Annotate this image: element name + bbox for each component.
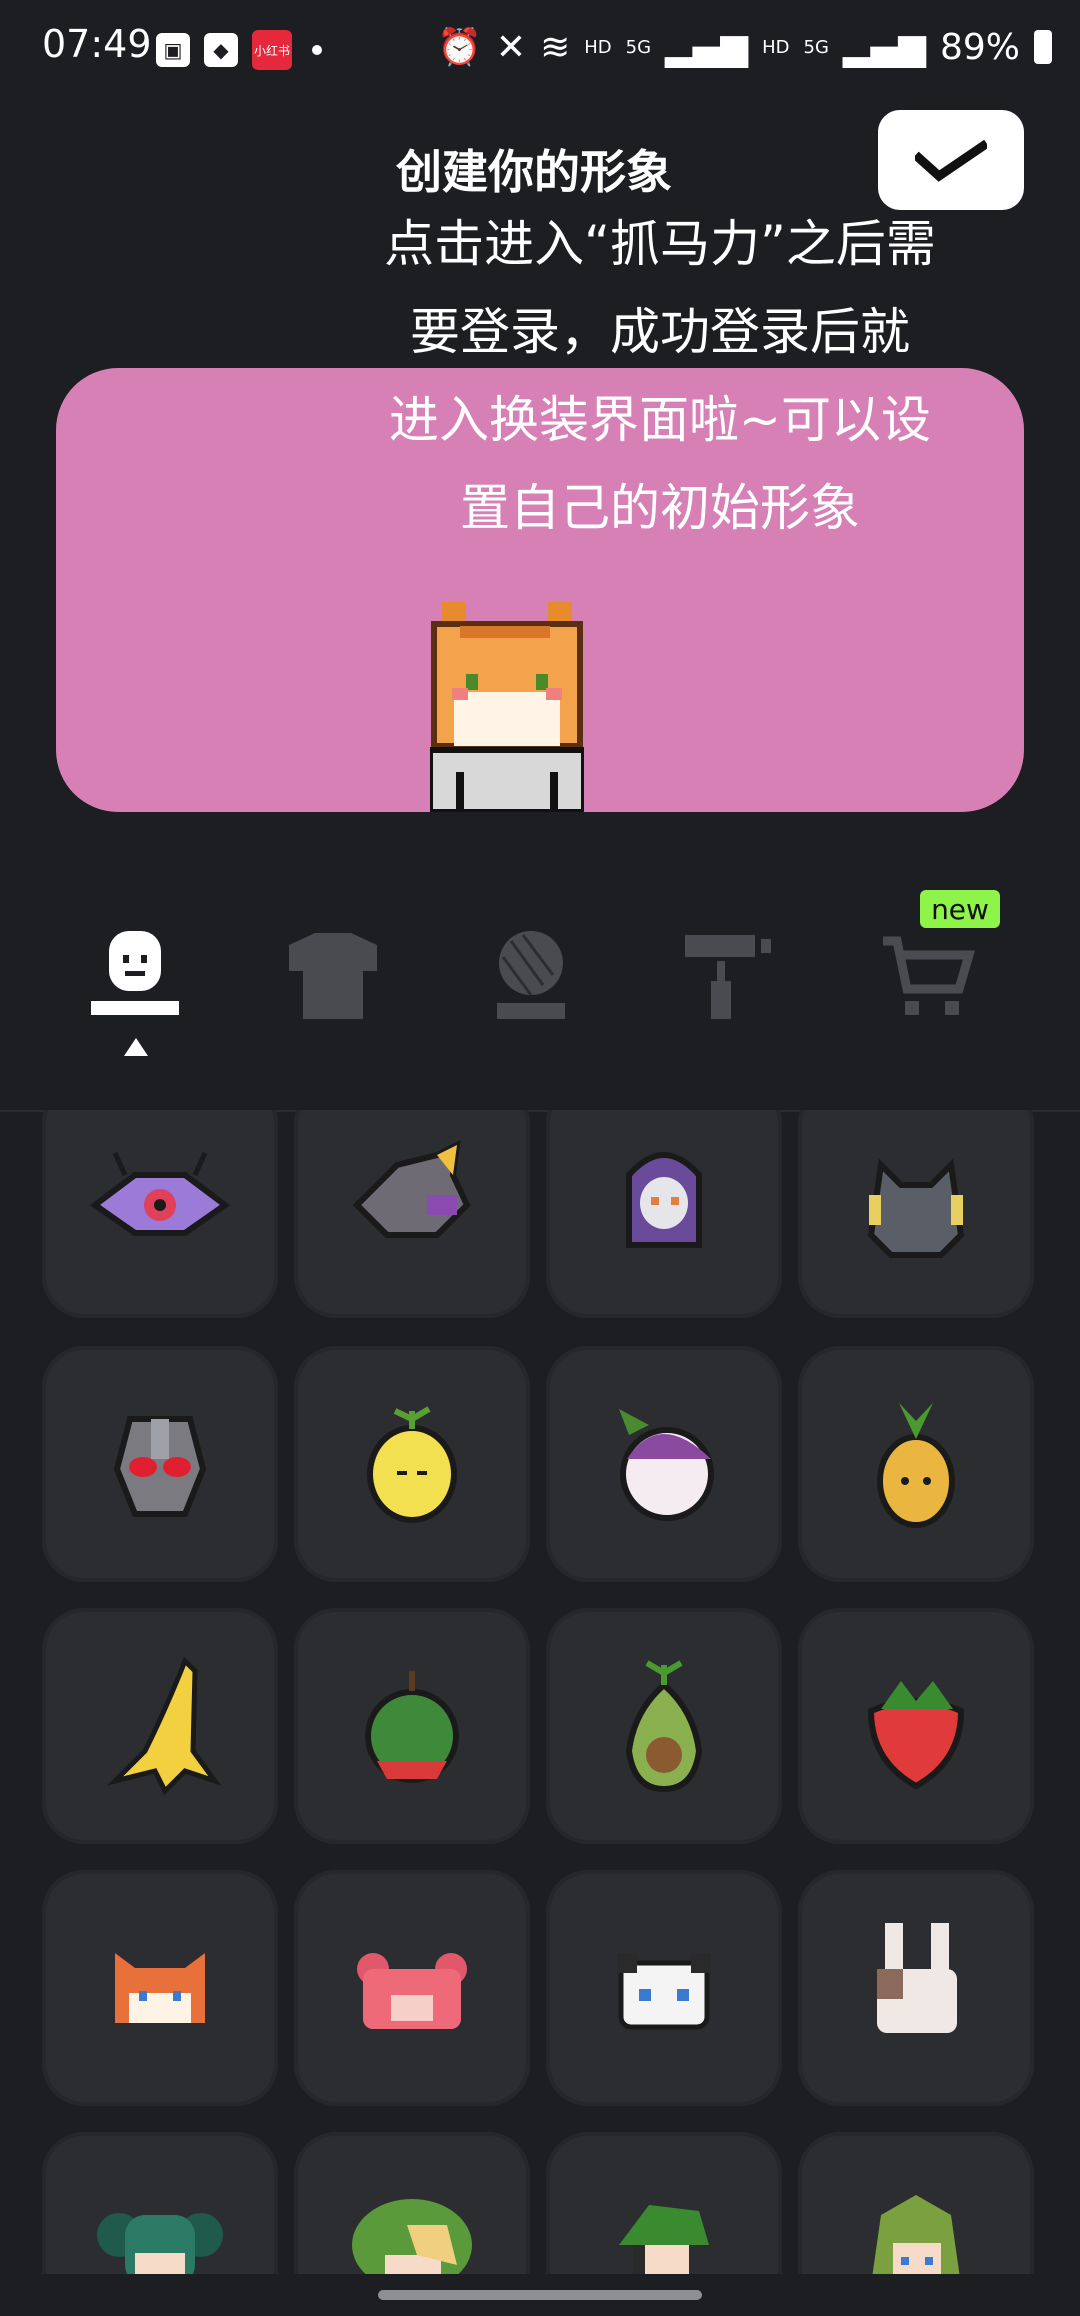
hd-label-2: HD	[762, 36, 790, 58]
home-indicator[interactable]	[378, 2290, 702, 2300]
grid-item[interactable]	[546, 1608, 782, 1844]
5g-label-2: 5G	[803, 36, 829, 58]
gallery-icon: ▣	[156, 33, 190, 67]
grid-item[interactable]	[294, 1870, 530, 2106]
wifi-icon: ≋	[540, 26, 571, 68]
cat-avatar-icon	[430, 602, 584, 812]
grid-item[interactable]	[798, 1608, 1034, 1844]
clock: 07:49	[42, 22, 152, 66]
shopping-bag-icon: ◆	[204, 33, 238, 67]
watermelon-icon	[365, 1671, 459, 1783]
red-eye-mask-icon	[113, 1416, 207, 1517]
plant-girl-icon	[872, 2195, 960, 2274]
bunny-icon	[877, 1923, 957, 2033]
caption-line: 进入换装界面啦~可以设	[389, 391, 931, 449]
tab-clothes[interactable]	[278, 920, 388, 1030]
battery-percent: 89%	[939, 26, 1020, 68]
ghost-hood-icon	[626, 1152, 702, 1248]
caption-line: 置自己的初始形象	[460, 479, 860, 537]
twintail-girl-icon	[97, 2213, 223, 2274]
grid-item[interactable]	[294, 1346, 530, 1582]
leaf-hat-icon	[619, 2205, 709, 2274]
bush-hair-icon	[352, 2199, 472, 2274]
grid-item[interactable]	[546, 1870, 782, 2106]
avocado-icon	[625, 1660, 703, 1793]
item-grid	[42, 1110, 1038, 2274]
more-notifications-dot	[312, 45, 322, 55]
grid-item[interactable]	[798, 1870, 1034, 2106]
page-title: 创建你的形象	[396, 145, 672, 199]
grid-item[interactable]	[42, 1346, 278, 1582]
system-status: ⏰ ✕ ≋ HD 5G ▂▄▆ HD 5G ▂▄▆ 89%	[437, 26, 1052, 68]
xiaohongshu-icon: 小红书	[252, 30, 292, 70]
confirm-button[interactable]	[878, 110, 1024, 210]
hd-label: HD	[584, 36, 612, 58]
notification-icons: ▣ ◆ 小红书	[156, 30, 322, 70]
mute-icon: ✕	[495, 26, 527, 68]
banana-icon	[106, 1656, 222, 1796]
caption-line: 点击进入“抓马力”之后需	[384, 215, 936, 273]
pineapple-icon	[877, 1403, 955, 1528]
grid-item[interactable]	[546, 1346, 782, 1582]
signal-icon-2: ▂▄▆	[842, 26, 926, 68]
5g-label: 5G	[625, 36, 652, 58]
grid-item[interactable]	[42, 1870, 278, 2106]
alarm-icon: ⏰	[437, 27, 482, 68]
fox-icon	[115, 1953, 205, 2023]
head-mesh-icon	[497, 931, 565, 1019]
category-tabs: new	[0, 890, 1080, 1112]
grid-item[interactable]	[798, 2132, 1034, 2274]
cart-icon	[883, 936, 975, 1015]
tab-shop[interactable]	[872, 920, 982, 1030]
tab-hair[interactable]	[476, 920, 586, 1030]
strawberry-icon	[867, 1681, 965, 1790]
face-icon	[91, 931, 179, 1015]
grid-item[interactable]	[42, 2132, 278, 2274]
helmet-icon	[867, 1158, 965, 1258]
grid-item[interactable]	[798, 1346, 1034, 1582]
grid-item[interactable]	[42, 1608, 278, 1844]
lemon-icon	[367, 1406, 457, 1523]
tab-face[interactable]	[80, 920, 190, 1030]
caption-line: 要登录，成功登录后就	[410, 303, 910, 361]
ufo-eye-icon	[89, 1151, 231, 1236]
shark-icon	[352, 1139, 471, 1238]
grid-item[interactable]	[294, 2132, 530, 2274]
shirt-icon	[289, 933, 377, 1019]
tutorial-caption: 点击进入“抓马力”之后需 要登录，成功登录后就 进入换装界面啦~可以设 置自己的…	[330, 200, 990, 552]
paint-roller-icon	[685, 935, 771, 1019]
status-bar: 07:49 ▣ ◆ 小红书 ⏰ ✕ ≋ HD 5G ▂▄▆ HD 5G ▂▄▆ …	[0, 0, 1080, 96]
new-badge: new	[920, 890, 1000, 928]
grid-item[interactable]	[798, 1110, 1034, 1318]
tab-paint[interactable]	[674, 920, 784, 1030]
grid-item[interactable]	[294, 1110, 530, 1318]
grid-item[interactable]	[42, 1110, 278, 1318]
panda-icon	[617, 1953, 711, 2030]
grid-item[interactable]	[546, 2132, 782, 2274]
grid-item[interactable]	[294, 1608, 530, 1844]
grid-item[interactable]	[546, 1110, 782, 1318]
bear-icon	[357, 1953, 467, 2029]
turnip-icon	[619, 1409, 714, 1521]
signal-icon: ▂▄▆	[665, 26, 749, 68]
active-tab-indicator	[124, 1038, 148, 1056]
battery-icon	[1034, 30, 1052, 64]
check-icon	[915, 139, 987, 182]
